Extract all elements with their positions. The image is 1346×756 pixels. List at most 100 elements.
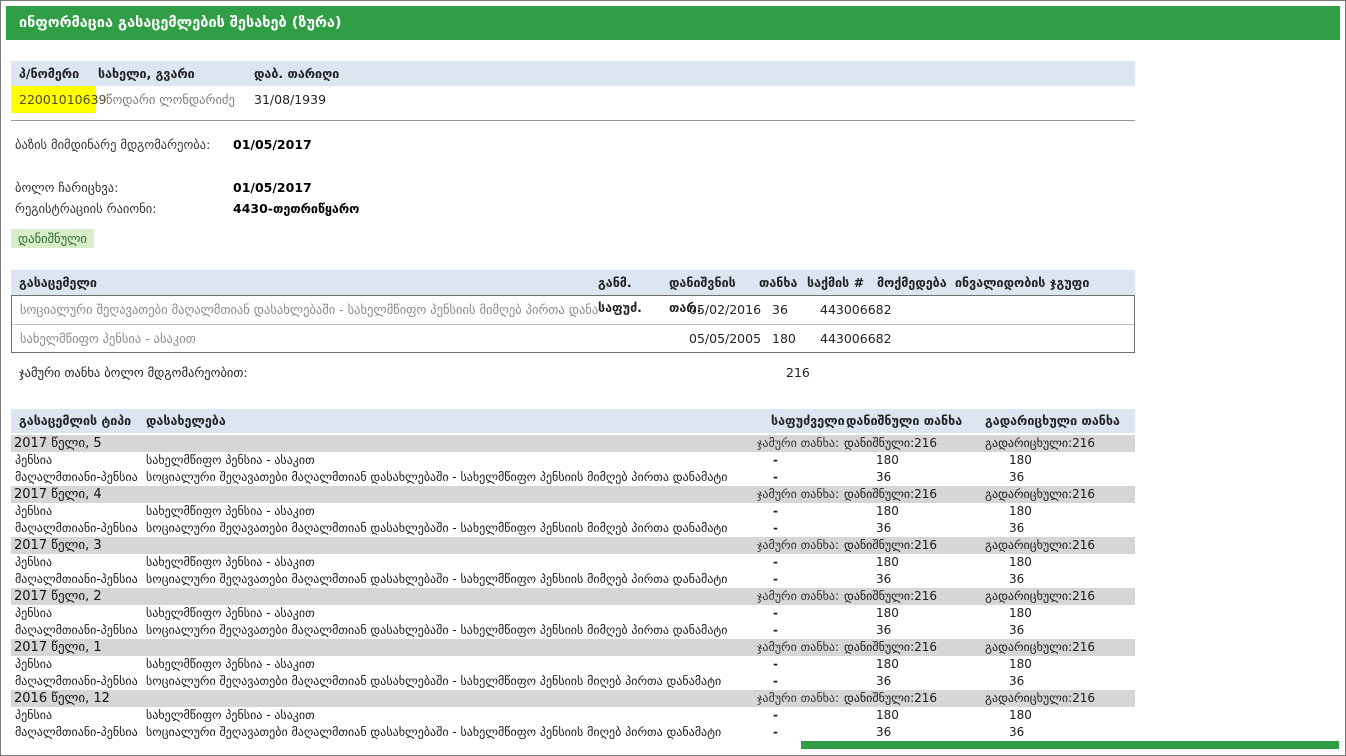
report-content: პ/ნომერი სახელი, გვარი დაბ. თარიღი 22001… <box>11 61 1135 741</box>
assigned-payment-name: სახელმწიფო პენსია - ასაკით <box>12 325 599 353</box>
month-summary-transferred: გადარიცხული:216 <box>985 435 1135 452</box>
payment-assigned-amount: 36 <box>844 571 985 588</box>
divider <box>11 120 1135 121</box>
payment-row: მაღალმთიანი-პენსია სოციალური შეღავათები … <box>11 520 1135 537</box>
payment-assigned-amount: 36 <box>844 622 985 639</box>
payment-row: პენსია სახელმწიფო პენსია - ასაკით - 180 … <box>11 452 1135 469</box>
payment-transferred-amount: 36 <box>985 724 1135 741</box>
month-summary-label: ჯამური თანხა: <box>757 486 844 503</box>
payment-name: სოციალური შეღავათები მაღალმთიან დასახლებ… <box>146 469 766 486</box>
month-group: 2017 წელი, 2 ჯამური თანხა: დანიშნული:216… <box>11 588 1135 639</box>
payment-assigned-amount: 180 <box>844 605 985 622</box>
payment-basis: - <box>766 673 844 690</box>
payment-row: მაღალმთიანი-პენსია სოციალური შეღავათები … <box>11 622 1135 639</box>
month-summary-label: ჯამური თანხა: <box>757 639 844 656</box>
payment-assigned-amount: 180 <box>844 656 985 673</box>
assigned-payment-name: სოციალური შეღავათები მაღალმთიან დასახლებ… <box>12 296 599 324</box>
payment-assigned-amount: 180 <box>844 554 985 571</box>
assigned-row: სახელმწიფო პენსია - ასაკით 05/05/2005 18… <box>12 324 1134 352</box>
payment-transferred-amount: 180 <box>985 554 1135 571</box>
total-value: 216 <box>759 363 807 383</box>
payment-type: პენსია <box>11 554 146 571</box>
payment-type: პენსია <box>11 503 146 520</box>
payment-assigned-amount: 36 <box>844 673 985 690</box>
payment-transferred-amount: 180 <box>985 707 1135 724</box>
window-title: ინფორმაცია გასაცემლების შესახებ (ზურა) <box>6 6 1340 40</box>
month-group: 2017 წელი, 4 ჯამური თანხა: დანიშნული:216… <box>11 486 1135 537</box>
title-bar: ინფორმაცია გასაცემლების შესახებ (ზურა) <box>6 6 1340 40</box>
payment-basis: - <box>766 554 844 571</box>
assigned-date: 05/05/2005 <box>670 325 760 353</box>
payment-type: პენსია <box>11 656 146 673</box>
payment-type: პენსია <box>11 707 146 724</box>
field-label: ბაზის მიმდინარე მდგომარეობა: <box>11 134 233 155</box>
month-period: 2017 წელი, 4 <box>11 486 757 503</box>
payment-basis: - <box>766 520 844 537</box>
month-summary-label: ჯამური თანხა: <box>757 435 844 452</box>
payment-assigned-amount: 36 <box>844 724 985 741</box>
payment-row: პენსია სახელმწიფო პენსია - ასაკით - 180 … <box>11 707 1135 724</box>
payment-basis: - <box>766 452 844 469</box>
payment-transferred-amount: 180 <box>985 605 1135 622</box>
payment-name: სახელმწიფო პენსია - ასაკით <box>146 503 766 520</box>
payment-transferred-amount: 36 <box>985 622 1135 639</box>
payment-row: მაღალმთიანი-პენსია სოციალური შეღავათები … <box>11 571 1135 588</box>
payment-assigned-amount: 36 <box>844 469 985 486</box>
payment-assigned-amount: 180 <box>844 707 985 724</box>
payment-type: მაღალმთიანი-პენსია <box>11 520 146 537</box>
payment-type: მაღალმთიანი-პენსია <box>11 571 146 588</box>
payment-basis: - <box>766 571 844 588</box>
month-period: 2017 წელი, 2 <box>11 588 757 605</box>
month-summary-transferred: გადარიცხული:216 <box>985 690 1135 707</box>
field-row: ბოლო ჩარიცხვა: 01/05/2017 <box>11 177 1135 198</box>
month-period: 2016 წელი, 12 <box>11 690 757 707</box>
assigned-section-tab[interactable]: დანიშნული <box>11 229 94 248</box>
field-row: რეგისტრაციის რაიონი: 4430-თეთრიწყარო <box>11 198 1135 219</box>
assigned-total-row: ჯამური თანხა ბოლო მდგომარეობით: 216 <box>11 363 1135 383</box>
field-value: 01/05/2017 <box>233 134 1135 155</box>
month-summary-assigned: დანიშნული:216 <box>844 639 985 656</box>
monthly-col-type: გასაცემლის ტიპი <box>11 409 146 433</box>
payment-row: პენსია სახელმწიფო პენსია - ასაკით - 180 … <box>11 503 1135 520</box>
month-summary-assigned: დანიშნული:216 <box>844 435 985 452</box>
assigned-case-number: 443006682 <box>808 325 878 353</box>
month-groups: 2017 წელი, 5 ჯამური თანხა: დანიშნული:216… <box>11 435 1135 741</box>
month-header-row: 2017 წელი, 4 ჯამური თანხა: დანიშნული:216… <box>11 486 1135 503</box>
month-summary-assigned: დანიშნული:216 <box>844 486 985 503</box>
month-summary-label: ჯამური თანხა: <box>757 588 844 605</box>
person-col-name: სახელი, გვარი <box>96 61 254 86</box>
assigned-amount: 180 <box>760 325 808 353</box>
person-col-number: პ/ნომერი <box>11 61 96 86</box>
payment-name: სახელმწიფო პენსია - ასაკით <box>146 656 766 673</box>
report-window: ინფორმაცია გასაცემლების შესახებ (ზურა) პ… <box>0 0 1346 756</box>
monthly-col-assigned: დანიშნული თანხა <box>844 409 985 433</box>
month-period: 2017 წელი, 3 <box>11 537 757 554</box>
payment-transferred-amount: 36 <box>985 673 1135 690</box>
monthly-col-name: დასახელება <box>146 409 766 433</box>
status-fields: ბაზის მიმდინარე მდგომარეობა: 01/05/2017 … <box>11 134 1135 219</box>
payment-type: მაღალმთიანი-პენსია <box>11 724 146 741</box>
payment-transferred-amount: 180 <box>985 452 1135 469</box>
month-group: 2017 წელი, 3 ჯამური თანხა: დანიშნული:216… <box>11 537 1135 588</box>
assigned-amount: 36 <box>760 296 808 324</box>
payment-type: პენსია <box>11 605 146 622</box>
payment-name: სოციალური შეღავათები მაღალმთიან დასახლებ… <box>146 520 766 537</box>
payment-name: სოციალური შეღავათები მაღალმთიან დასახლებ… <box>146 571 766 588</box>
month-header-row: 2016 წელი, 12 ჯამური თანხა: დანიშნული:21… <box>11 690 1135 707</box>
month-summary-transferred: გადარიცხული:216 <box>985 537 1135 554</box>
field-value: 01/05/2017 <box>233 177 1135 198</box>
payment-type: მაღალმთიანი-პენსია <box>11 469 146 486</box>
payment-row: პენსია სახელმწიფო პენსია - ასაკით - 180 … <box>11 656 1135 673</box>
payment-transferred-amount: 36 <box>985 469 1135 486</box>
month-group: 2016 წელი, 12 ჯამური თანხა: დანიშნული:21… <box>11 690 1135 741</box>
person-table-header: პ/ნომერი სახელი, გვარი დაბ. თარიღი <box>11 61 1135 86</box>
payment-transferred-amount: 36 <box>985 520 1135 537</box>
personal-number: 22001010639 <box>11 86 96 113</box>
payment-assigned-amount: 180 <box>844 503 985 520</box>
footer-green-strip <box>801 741 1339 749</box>
assigned-date: 05/02/2016 <box>670 296 760 324</box>
month-summary-transferred: გადარიცხული:216 <box>985 588 1135 605</box>
month-header-row: 2017 წელი, 2 ჯამური თანხა: დანიშნული:216… <box>11 588 1135 605</box>
monthly-col-transferred: გადარიცხული თანხა <box>985 409 1135 433</box>
month-group: 2017 წელი, 1 ჯამური თანხა: დანიშნული:216… <box>11 639 1135 690</box>
